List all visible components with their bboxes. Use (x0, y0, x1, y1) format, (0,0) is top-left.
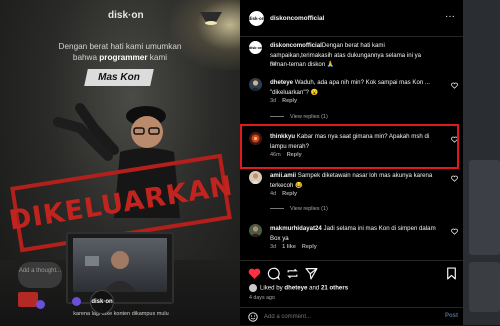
headline-line-2-prefix: bahwa (72, 53, 100, 62)
likes-and: and (307, 284, 321, 292)
commenter-avatar[interactable] (249, 171, 262, 184)
background-feed (463, 0, 500, 325)
commenter-avatar[interactable] (249, 224, 262, 237)
background-post-thumbnail (469, 262, 500, 312)
headline-line-1: Dengan berat hati kami umumkan (58, 42, 182, 51)
view-replies-label: View replies (1) (290, 206, 328, 212)
brand-logo: disk·on (108, 10, 144, 21)
comment-time: 3d (270, 98, 277, 104)
comment-meta: 4d (270, 61, 276, 67)
comment-meta: 4d Reply (270, 191, 297, 197)
account-username[interactable]: diskoncomofficial (270, 15, 324, 22)
account-avatar[interactable]: disk·on (249, 11, 264, 26)
stamp-text: DIKELUARKAN (6, 169, 236, 237)
send-icon[interactable] (305, 267, 318, 280)
avatar-photo-icon (250, 226, 261, 237)
comment-time: 3d (270, 244, 277, 250)
commenter-avatar[interactable] (249, 78, 262, 91)
repost-icon[interactable] (286, 267, 299, 280)
comment-icon[interactable] (267, 267, 280, 280)
bookmark-icon[interactable] (445, 267, 458, 280)
comment-item: dheteye Waduh, ada apa nih min? Kok samp… (240, 78, 463, 123)
caption-comment: disk·on diskoncomofficialDengan berat ha… (240, 41, 463, 71)
brand-badge: disk·on (90, 290, 114, 314)
comment-time: 4d (270, 191, 277, 197)
lamp-icon (200, 12, 222, 25)
post-header: disk·on diskoncomofficial ··· (240, 0, 463, 37)
comment-username[interactable]: dheteye (270, 79, 293, 86)
comment-text: dheteye Waduh, ada apa nih min? Kok samp… (270, 78, 440, 97)
reaction-icon[interactable] (36, 300, 45, 309)
highlighted-comment-box (240, 124, 459, 169)
comment-meta: 3d 1 like Reply (270, 244, 317, 250)
reaction-icon[interactable] (72, 297, 81, 306)
reply-button[interactable]: Reply (282, 191, 297, 197)
laptop-screen (73, 238, 167, 292)
reply-button[interactable]: Reply (302, 244, 317, 250)
comment-username[interactable]: diskoncomofficial (270, 42, 322, 49)
laptop (66, 232, 174, 304)
name-tag: Mas Kon (84, 69, 154, 86)
comment-text: makmurhidayat24 Jadi selama ini mas Kon … (270, 224, 440, 243)
likes-summary: Liked by dheteye and 21 others (249, 284, 348, 292)
avatar-photo-icon (251, 173, 260, 184)
post-comment-button[interactable]: Post (445, 313, 458, 319)
heart-outline-icon[interactable] (451, 82, 458, 89)
likes-count[interactable]: 1 like (282, 244, 296, 250)
red-mug (18, 292, 38, 307)
view-replies-button[interactable]: View replies (1) (270, 206, 328, 212)
heart-outline-icon[interactable] (451, 175, 458, 182)
comment-text: diskoncomofficialDengan berat hati kami … (270, 41, 440, 70)
thought-bubble[interactable]: Add a thought... (18, 262, 62, 288)
post-image[interactable]: disk·on Dengan berat hati kami umumkan b… (0, 0, 240, 325)
post-timestamp: 4 days ago (249, 295, 275, 301)
heart-outline-icon[interactable] (451, 228, 458, 235)
post-action-bar (240, 260, 463, 285)
liker-avatar[interactable] (249, 284, 257, 292)
comment-item: makmurhidayat24 Jadi selama ini mas Kon … (240, 224, 463, 254)
add-comment-bar: Post (240, 307, 463, 326)
reply-button[interactable]: Reply (282, 98, 297, 104)
laptop-screen-person-icon (85, 251, 137, 292)
replies-divider (270, 208, 284, 210)
background-post-thumbnail (469, 160, 500, 255)
emoji-icon[interactable] (248, 312, 258, 322)
comment-text: amii.amii Sampek diketawain nasar loh ma… (270, 171, 440, 190)
likes-prefix: Liked by (260, 284, 285, 292)
replies-divider (270, 116, 284, 118)
likes-others[interactable]: 21 others (321, 285, 348, 292)
post-headline: Dengan berat hati kami umumkan bahwa pro… (10, 41, 230, 63)
laptop-caption: karena lagi take konten dikampus mulu (73, 311, 169, 317)
comment-username[interactable]: amii.amii (270, 172, 296, 179)
comment-username[interactable]: makmurhidayat24 (270, 225, 322, 232)
add-comment-input[interactable] (264, 312, 414, 322)
name-tag-text: Mas Kon (98, 72, 140, 83)
headline-bold: programmer (99, 53, 148, 62)
commenter-avatar[interactable]: disk·on (249, 41, 262, 54)
view-replies-label: View replies (1) (290, 114, 328, 120)
more-horizontal-icon[interactable]: ··· (445, 12, 455, 22)
comment-item: amii.amii Sampek diketawain nasar loh ma… (240, 171, 463, 221)
avatar-photo-icon (250, 80, 261, 91)
view-replies-button[interactable]: View replies (1) (270, 114, 328, 120)
liker-username[interactable]: dheteye (284, 285, 307, 292)
comment-body: Waduh, ada apa nih min? Kok sampai mas K… (270, 79, 430, 96)
headline-line-2-suffix: kami (147, 53, 168, 62)
comment-time: 4d (270, 61, 277, 67)
heart-filled-icon[interactable] (248, 267, 261, 280)
comment-meta: 3d Reply (270, 98, 297, 104)
